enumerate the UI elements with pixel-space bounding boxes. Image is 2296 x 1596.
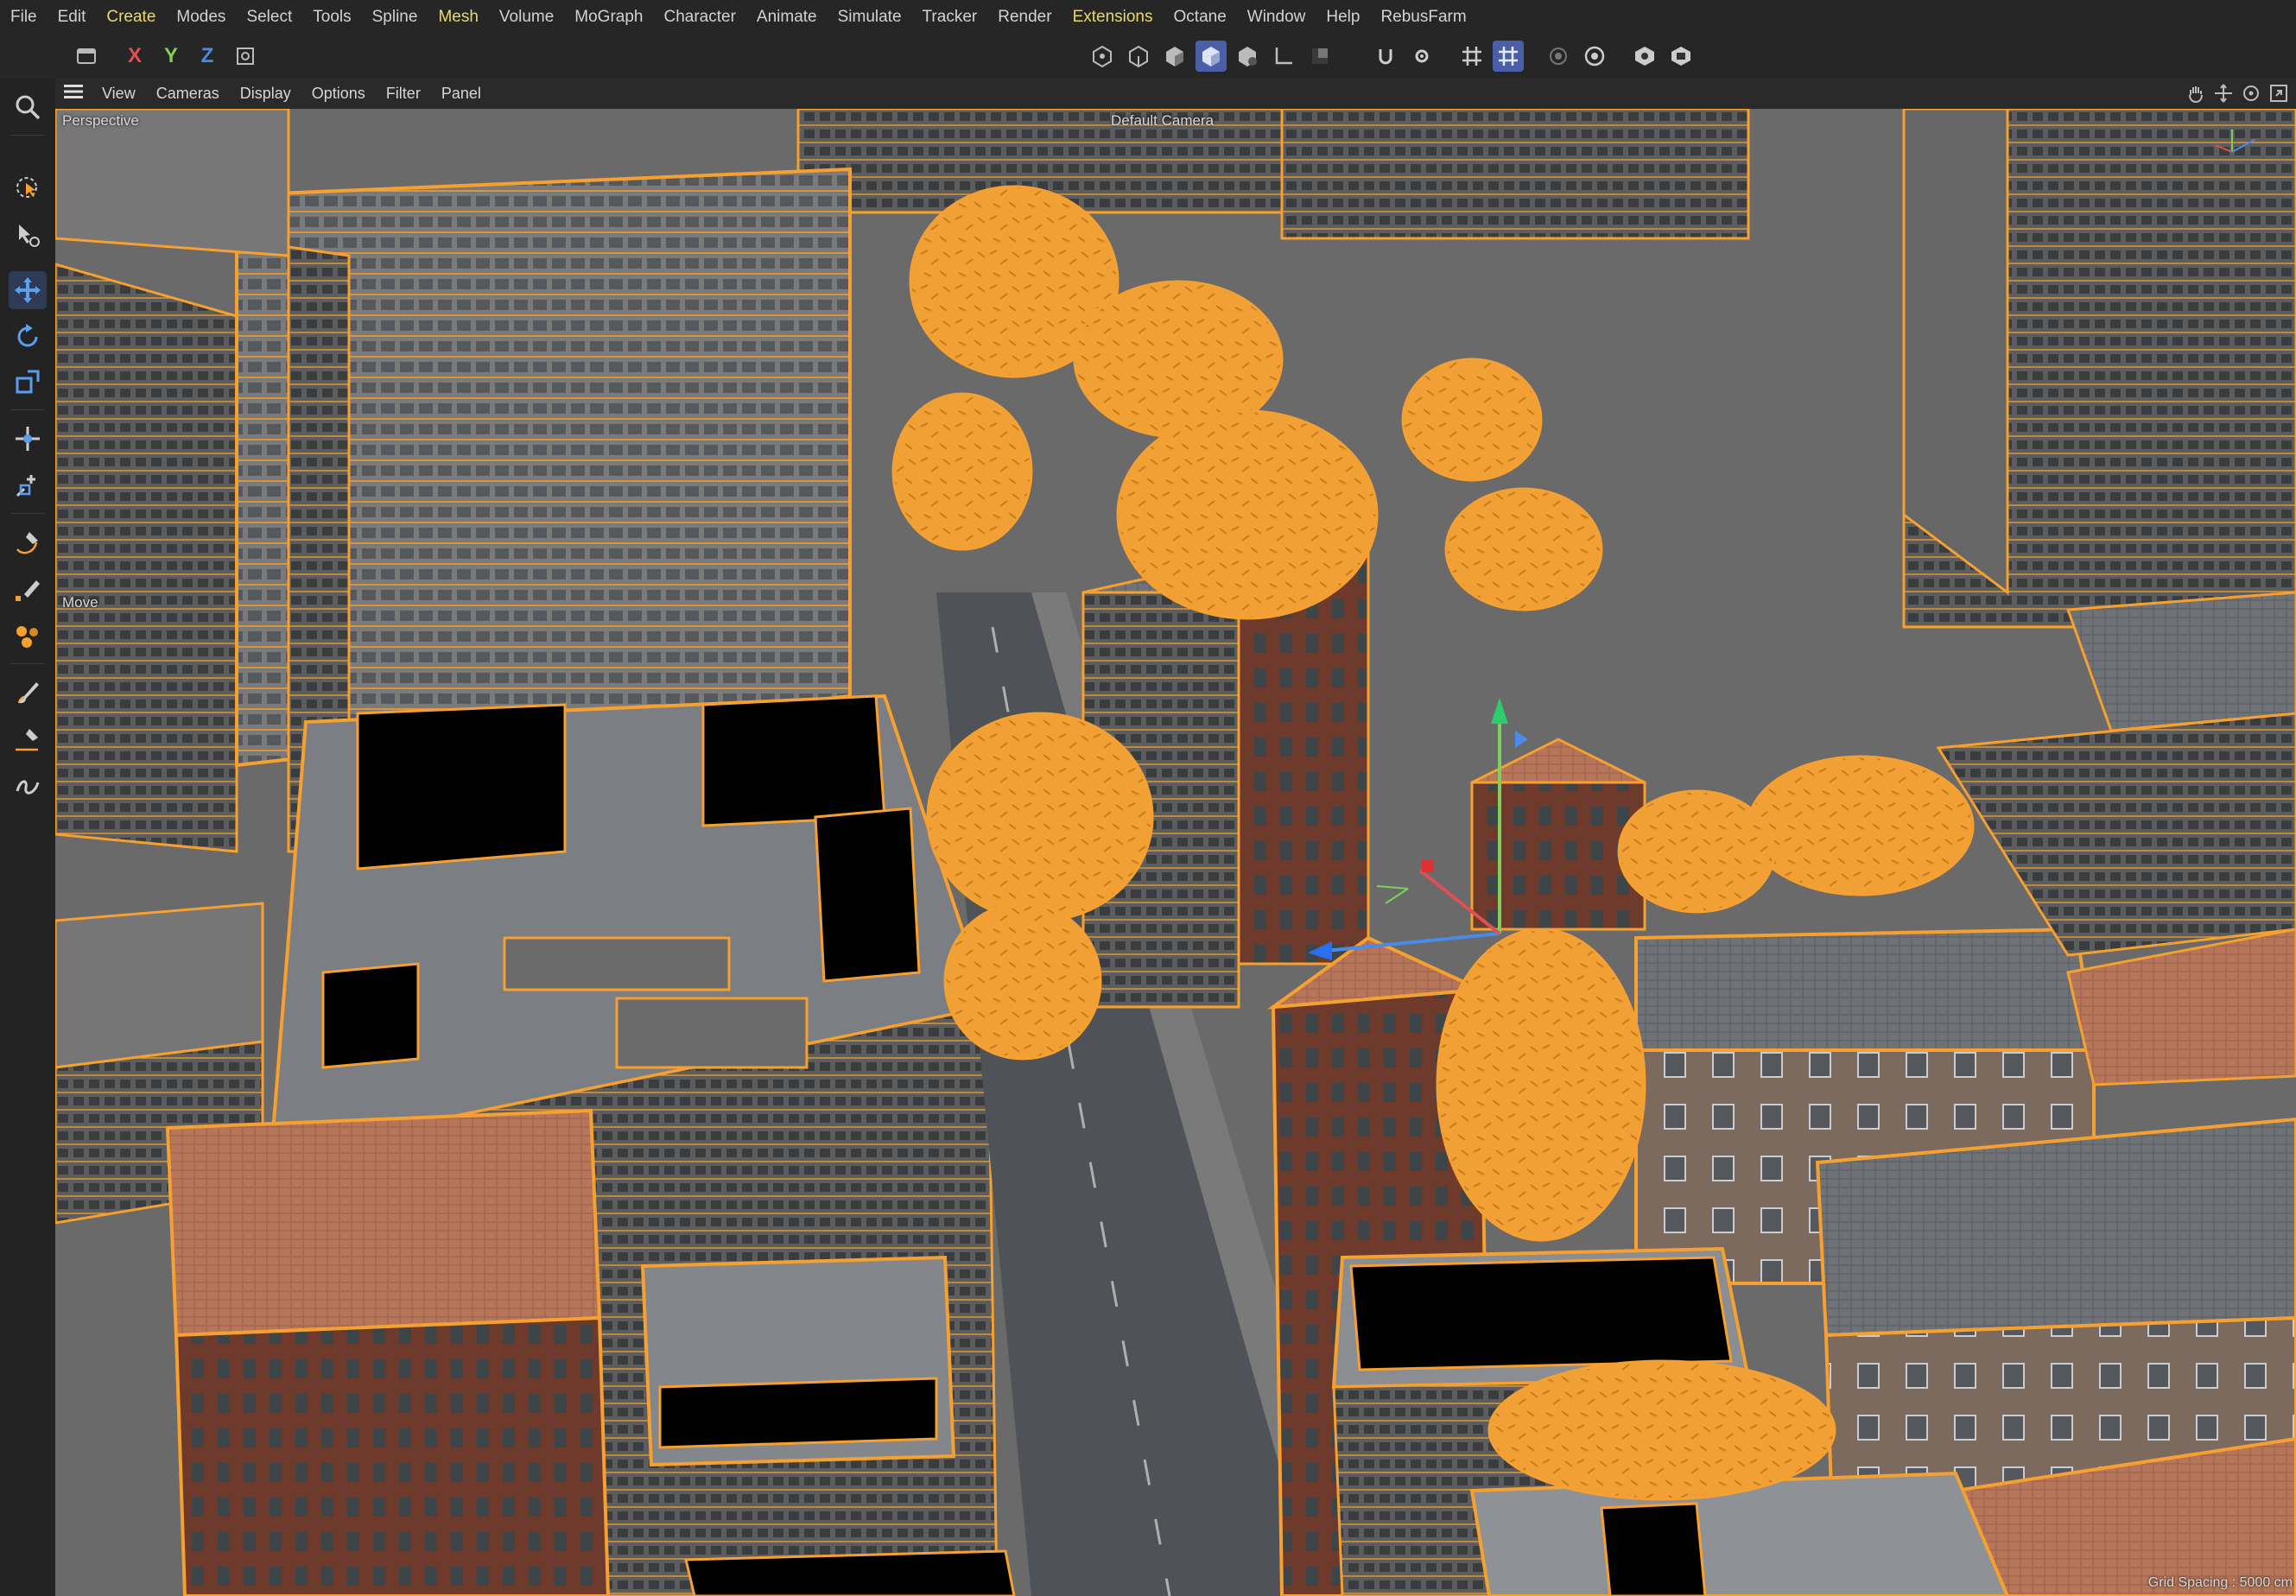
workplane-mode-icon[interactable] xyxy=(1304,41,1335,72)
menu-edit[interactable]: Edit xyxy=(48,0,97,35)
menu-extensions[interactable]: Extensions xyxy=(1062,0,1164,35)
camera-name-label[interactable]: Default Camera xyxy=(1111,112,1214,130)
dolly-view-icon[interactable] xyxy=(2213,83,2234,104)
menu-mesh[interactable]: Mesh xyxy=(428,0,488,35)
menu-select[interactable]: Select xyxy=(236,0,302,35)
rotate-tool-icon[interactable] xyxy=(9,318,47,356)
menu-window[interactable]: Window xyxy=(1237,0,1316,35)
city-scene xyxy=(55,109,2296,1596)
search-icon[interactable] xyxy=(9,88,47,126)
soft-selection-icon[interactable] xyxy=(1543,41,1574,72)
left-tool-palette xyxy=(0,78,56,1596)
menu-modes[interactable]: Modes xyxy=(166,0,236,35)
move-tool-icon[interactable] xyxy=(9,271,47,309)
viewport-menu-options[interactable]: Options xyxy=(301,85,376,103)
pen-spline-icon[interactable] xyxy=(9,523,47,561)
spline-arc-icon[interactable] xyxy=(9,617,47,655)
menu-file[interactable]: File xyxy=(0,0,48,35)
3d-viewport[interactable]: Perspective Default Camera Move Grid Spa… xyxy=(55,109,2296,1596)
placement-tool-icon[interactable] xyxy=(9,466,47,504)
model-mode-icon[interactable] xyxy=(1196,41,1227,72)
transfer-tool-icon[interactable] xyxy=(9,420,47,458)
menu-character[interactable]: Character xyxy=(653,0,745,35)
menu-tools[interactable]: Tools xyxy=(302,0,361,35)
spline-sketch-icon[interactable] xyxy=(9,570,47,608)
grid-snap-icon[interactable] xyxy=(1456,41,1487,72)
menu-rebusfarm[interactable]: RebusFarm xyxy=(1370,0,1476,35)
main-toolbar: X Y Z xyxy=(0,35,2296,79)
render-view-icon[interactable] xyxy=(1629,41,1660,72)
hair-tool-icon[interactable] xyxy=(9,767,47,805)
rotate-view-icon[interactable] xyxy=(2241,83,2261,104)
pan-view-icon[interactable] xyxy=(2185,83,2206,104)
viewport-menu-cameras[interactable]: Cameras xyxy=(146,85,230,103)
menu-volume[interactable]: Volume xyxy=(489,0,564,35)
edges-mode-icon[interactable] xyxy=(1123,41,1154,72)
viewport-menu-display[interactable]: Display xyxy=(230,85,301,103)
maximize-view-icon[interactable] xyxy=(2268,83,2289,104)
menu-octane[interactable]: Octane xyxy=(1164,0,1237,35)
axis-y-lock-button[interactable]: Y xyxy=(155,41,187,72)
picture-viewer-icon[interactable] xyxy=(1665,41,1697,72)
menu-simulate[interactable]: Simulate xyxy=(828,0,912,35)
scale-tool-icon[interactable] xyxy=(9,363,47,401)
live-selection-icon[interactable] xyxy=(9,169,47,207)
undo-icon[interactable] xyxy=(71,41,102,72)
texture-mode-icon[interactable] xyxy=(1232,41,1263,72)
grid-spacing-label: Grid Spacing : 5000 cm xyxy=(2147,1575,2293,1590)
knife-tool-icon[interactable] xyxy=(9,720,47,758)
view-name-label[interactable]: Perspective xyxy=(62,112,139,130)
viewport-menu-view[interactable]: View xyxy=(92,85,146,103)
axis-z-lock-button[interactable]: Z xyxy=(192,41,223,72)
viewport-menu-panel[interactable]: Panel xyxy=(431,85,492,103)
axis-mode-icon[interactable] xyxy=(1268,41,1299,72)
active-tool-label: Move xyxy=(62,594,98,611)
workplane-snap-icon[interactable] xyxy=(1493,41,1524,72)
menu-create[interactable]: Create xyxy=(96,0,166,35)
viewport-menu-filter[interactable]: Filter xyxy=(376,85,431,103)
menu-animate[interactable]: Animate xyxy=(746,0,828,35)
snap-enable-icon[interactable] xyxy=(1370,41,1401,72)
polygons-mode-icon[interactable] xyxy=(1159,41,1190,72)
points-mode-icon[interactable] xyxy=(1087,41,1118,72)
axis-x-lock-button[interactable]: X xyxy=(119,41,150,72)
brush-tool-icon[interactable] xyxy=(9,674,47,712)
menu-spline[interactable]: Spline xyxy=(362,0,428,35)
snap-settings-icon[interactable] xyxy=(1406,41,1437,72)
tweak-tool-icon[interactable] xyxy=(9,216,47,254)
menu-tracker[interactable]: Tracker xyxy=(912,0,988,35)
render-settings-icon[interactable] xyxy=(1579,41,1610,72)
menu-help[interactable]: Help xyxy=(1316,0,1370,35)
menu-mograph[interactable]: MoGraph xyxy=(564,0,653,35)
viewport-menu-bar: View Cameras Display Options Filter Pane… xyxy=(55,78,2296,109)
main-menu-bar: File Edit Create Modes Select Tools Spli… xyxy=(0,0,2296,35)
viewport-hamburger-icon[interactable] xyxy=(55,84,92,104)
coordinate-system-icon[interactable] xyxy=(230,41,261,72)
menu-render[interactable]: Render xyxy=(987,0,1062,35)
